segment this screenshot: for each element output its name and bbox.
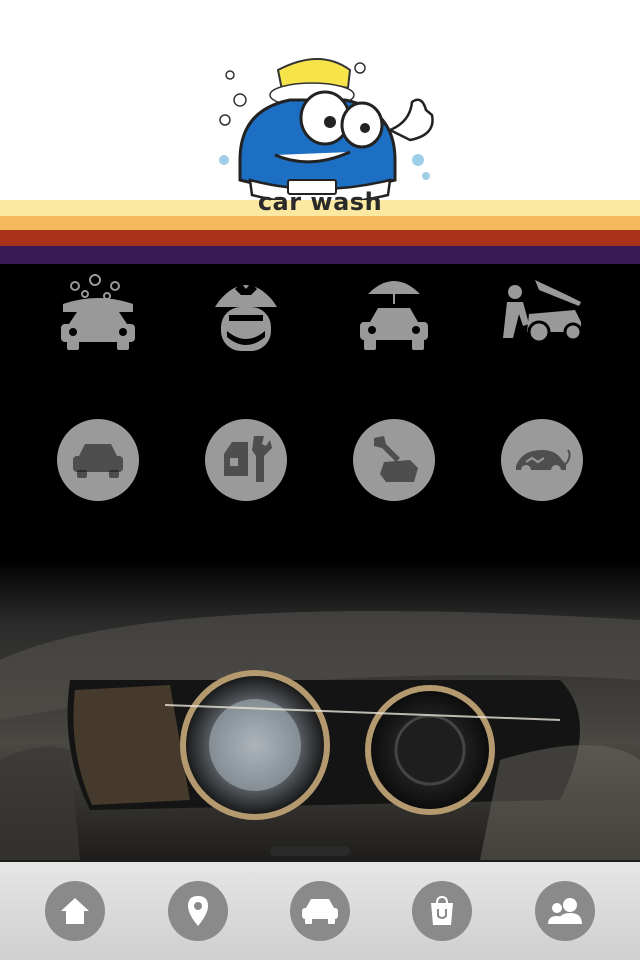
tab-users[interactable]: [534, 881, 595, 941]
home-icon: [61, 898, 90, 924]
headlight-photo: [0, 560, 640, 865]
service-protection[interactable]: [344, 270, 444, 358]
engine-repair-icon: [503, 280, 583, 344]
tab-car[interactable]: [289, 881, 350, 941]
stripe-purple: [0, 246, 640, 264]
service-charging[interactable]: [492, 416, 592, 504]
service-car-wash[interactable]: [48, 270, 148, 358]
car-wrench-service-icon: [224, 436, 272, 482]
tab-location[interactable]: [167, 881, 228, 941]
shopping-bag-icon: [431, 895, 454, 925]
car-charging-icon: [516, 449, 571, 475]
car-wrench-button[interactable]: [205, 419, 287, 501]
service-engine[interactable]: [492, 270, 592, 358]
service-staff[interactable]: [196, 270, 296, 358]
users-icon: [547, 898, 582, 924]
logo-text: car wash: [257, 188, 383, 216]
car-icon: [301, 899, 338, 924]
hand-wrench-button[interactable]: [353, 419, 435, 501]
car-front-button[interactable]: [57, 419, 139, 501]
tab-home[interactable]: [45, 881, 106, 941]
service-maintenance[interactable]: [196, 416, 296, 504]
car-charging-button[interactable]: [501, 419, 583, 501]
tab-shop[interactable]: [412, 881, 473, 941]
car-front-icon: [73, 444, 123, 478]
car-foam-wash-icon: [61, 274, 135, 350]
services-row-2: [0, 416, 640, 504]
service-car[interactable]: [48, 416, 148, 504]
mechanic-staff-icon: [215, 283, 277, 351]
car-umbrella-protection-icon: [360, 281, 428, 350]
service-repair[interactable]: [344, 416, 444, 504]
location-pin-icon: [187, 896, 208, 926]
stripe-orange: [0, 216, 640, 230]
services-row-1: [0, 270, 640, 358]
stripe-red: [0, 230, 640, 246]
bottom-tab-bar: [0, 862, 640, 960]
hand-wrench-icon: [374, 436, 418, 482]
